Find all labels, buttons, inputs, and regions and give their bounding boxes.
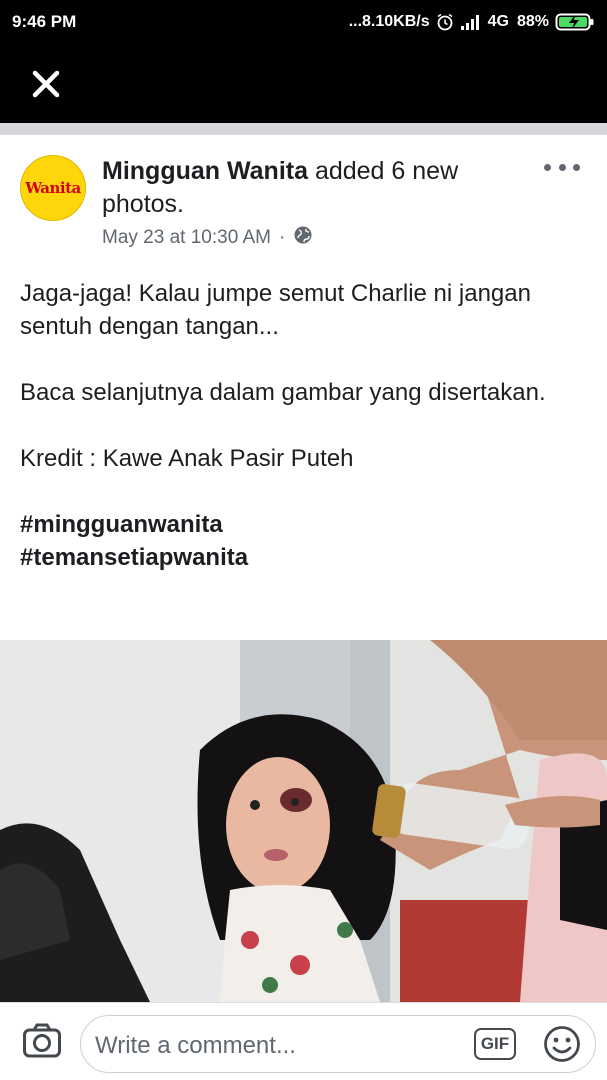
hashtag-link[interactable]: #mingguanwanita bbox=[20, 508, 590, 541]
globe-icon bbox=[293, 225, 313, 251]
hashtags: #mingguanwanita #temansetiapwanita bbox=[20, 508, 590, 574]
top-nav bbox=[0, 44, 607, 123]
status-bar: 9:46 PM ...8.10KB/s 4G 88% bbox=[0, 0, 607, 44]
comment-bar: Write a comment... GIF bbox=[0, 1002, 607, 1080]
camera-icon bbox=[23, 1023, 61, 1058]
more-dot bbox=[558, 163, 566, 171]
meta-separator: · bbox=[279, 227, 286, 248]
post-header: Mingguan Wanita added 6 new photos. bbox=[102, 155, 512, 221]
page-avatar[interactable]: Wanita bbox=[20, 155, 86, 221]
signal-icon bbox=[460, 14, 482, 30]
post-meta: May 23 at 10:30 AM · bbox=[102, 225, 313, 251]
avatar-logo: Wanita bbox=[25, 179, 81, 197]
battery-charging-icon bbox=[555, 12, 595, 32]
post-timestamp[interactable]: May 23 at 10:30 AM bbox=[102, 227, 271, 249]
post-paragraph: Jaga-jaga! Kalau jumpe semut Charlie ni … bbox=[20, 280, 531, 340]
battery-percent: 88% bbox=[516, 13, 549, 30]
network-type: 4G bbox=[487, 13, 509, 30]
comment-input[interactable]: Write a comment... GIF bbox=[80, 1015, 596, 1073]
page-name-link[interactable]: Mingguan Wanita bbox=[102, 157, 308, 185]
post-paragraph: Kredit : Kawe Anak Pasir Puteh bbox=[20, 445, 354, 472]
close-icon bbox=[32, 70, 60, 98]
post-photo[interactable] bbox=[0, 640, 607, 1002]
comment-placeholder: Write a comment... bbox=[95, 1032, 296, 1059]
hashtag-link[interactable]: #temansetiapwanita bbox=[20, 541, 590, 574]
emoji-button[interactable] bbox=[543, 1025, 581, 1063]
post-paragraph: Baca selanjutnya dalam gambar yang diser… bbox=[20, 379, 546, 406]
more-options-button[interactable] bbox=[544, 157, 580, 177]
more-options-icon bbox=[544, 163, 551, 171]
alarm-icon bbox=[436, 13, 454, 31]
post-text: Jaga-jaga! Kalau jumpe semut Charlie ni … bbox=[20, 277, 590, 574]
emoji-icon bbox=[544, 1026, 580, 1062]
close-button[interactable] bbox=[28, 66, 64, 102]
more-dot bbox=[573, 163, 580, 171]
network-speed: ...8.10KB/s bbox=[348, 13, 430, 30]
post-card: Wanita Mingguan Wanita added 6 new photo… bbox=[0, 135, 607, 640]
status-time: 9:46 PM bbox=[12, 12, 77, 31]
gif-button[interactable]: GIF bbox=[474, 1028, 516, 1060]
camera-button[interactable] bbox=[22, 1023, 62, 1059]
status-indicators: ...8.10KB/s 4G 88% bbox=[349, 12, 595, 32]
divider bbox=[0, 123, 607, 135]
